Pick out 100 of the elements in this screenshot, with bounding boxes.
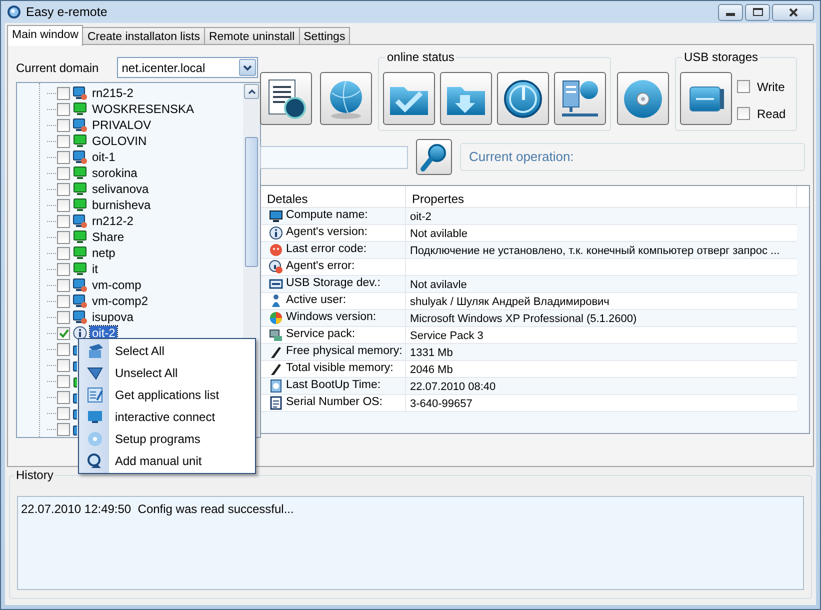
computer-icon	[73, 118, 87, 132]
scroll-up-button[interactable]	[244, 84, 259, 99]
checkbox[interactable]	[57, 278, 70, 292]
checkbox[interactable]	[57, 150, 70, 164]
maximize-button[interactable]	[745, 4, 770, 20]
property-label: Windows version:	[286, 310, 376, 326]
window-title: Easy e-remote	[26, 4, 108, 21]
tree-item[interactable]: WOSKRESENSKA	[90, 102, 196, 116]
computer-icon	[73, 310, 87, 324]
checkbox[interactable]	[57, 294, 70, 308]
tree-item[interactable]: netp	[90, 246, 118, 260]
checkbox[interactable]	[57, 182, 70, 196]
checkbox[interactable]	[57, 166, 70, 180]
usb-drive-icon	[269, 277, 283, 291]
usb-storage-button[interactable]	[680, 72, 732, 125]
group-title: History	[14, 469, 56, 482]
checkbox[interactable]	[57, 246, 70, 260]
checkbox[interactable]	[57, 86, 70, 100]
info-icon	[73, 326, 87, 340]
funnel-icon	[87, 365, 103, 381]
current-operation-label: Current operation:	[460, 143, 805, 171]
computer-icon	[73, 182, 87, 196]
monitor-icon	[87, 409, 103, 425]
scrollbar-thumb[interactable]	[245, 137, 258, 267]
group-title: USB storages	[682, 51, 760, 64]
folder-arrow-button[interactable]	[440, 72, 492, 125]
property-value: 1331 Mb	[410, 347, 453, 359]
folder-check-button[interactable]	[383, 72, 435, 125]
column-header[interactable]: Propertes	[406, 186, 797, 207]
checkbox[interactable]	[57, 310, 70, 324]
search-field[interactable]	[260, 146, 408, 168]
checkbox[interactable]	[57, 230, 70, 244]
checkbox[interactable]	[57, 326, 70, 340]
close-button[interactable]	[772, 4, 814, 20]
tab[interactable]: Settings	[298, 27, 350, 45]
menu-item[interactable]: interactive connect	[80, 406, 254, 428]
tree-item[interactable]: rn215-2	[90, 86, 136, 100]
tab[interactable]: Create installaton lists	[82, 27, 205, 45]
property-value: Service Pack 3	[410, 330, 484, 342]
search-button[interactable]	[416, 139, 452, 175]
tab[interactable]: Main window	[7, 25, 84, 46]
tree-item[interactable]: burnisheva	[90, 198, 153, 212]
error-icon	[269, 243, 283, 257]
property-value: 22.07.2010 08:40	[410, 381, 496, 393]
disc-button[interactable]	[617, 72, 669, 125]
toolbox-icon	[87, 343, 103, 359]
tree-item[interactable]: rn212-2	[90, 214, 136, 228]
tree-item[interactable]: oit-1	[90, 150, 118, 164]
property-label: Service pack:	[286, 327, 356, 342]
checkbox[interactable]	[57, 358, 70, 372]
network-server-button[interactable]	[554, 72, 606, 125]
globe-button[interactable]	[320, 72, 372, 125]
tab[interactable]: Remote uninstall	[204, 27, 300, 45]
checkbox[interactable]	[57, 390, 70, 404]
computer-icon	[73, 166, 87, 180]
checkbox[interactable]	[57, 406, 70, 420]
property-label: Serial Number OS:	[286, 395, 383, 410]
property-label: Total visible memory:	[286, 361, 394, 376]
checkbox[interactable]	[57, 102, 70, 116]
checkbox[interactable]	[57, 262, 70, 276]
tree-item[interactable]: selivanova	[90, 182, 151, 196]
column-header[interactable]: Detales	[261, 186, 406, 207]
minimize-button[interactable]	[718, 4, 743, 20]
domain-dropdown[interactable]: net.icenter.local	[116, 57, 258, 78]
checkbox[interactable]	[57, 134, 70, 148]
checkbox[interactable]	[57, 198, 70, 212]
menu-item[interactable]: Setup programs	[80, 428, 254, 450]
computer-icon	[73, 150, 87, 164]
computer-icon	[73, 278, 87, 292]
tree-item[interactable]: PRIVALOV	[90, 118, 154, 132]
checkbox[interactable]	[57, 342, 70, 356]
computer-icon	[73, 246, 87, 260]
property-value: oit-2	[410, 211, 432, 223]
app-icon	[7, 5, 21, 19]
tree-item[interactable]: vm-comp2	[90, 294, 150, 308]
clock-button[interactable]	[497, 72, 549, 125]
menu-item[interactable]: Get applications list	[80, 384, 254, 406]
property-label: Agent's error:	[286, 259, 355, 274]
tree-item[interactable]: isupova	[90, 310, 136, 324]
tree-item[interactable]: GOLOVIN	[90, 134, 149, 148]
tree-item[interactable]: vm-comp	[90, 278, 144, 292]
tree-item[interactable]: sorokina	[90, 166, 140, 180]
checkbox[interactable]	[737, 107, 750, 120]
checkbox[interactable]	[737, 80, 750, 93]
document-help-button[interactable]	[260, 72, 312, 125]
checkbox[interactable]	[57, 118, 70, 132]
tree-item[interactable]: it	[90, 262, 100, 276]
domain-label: Current domain	[16, 60, 99, 76]
computer-icon	[73, 214, 87, 228]
checkbox[interactable]	[57, 422, 70, 436]
menu-item[interactable]: Unselect All	[80, 362, 254, 384]
computer-icon	[73, 230, 87, 244]
menu-item[interactable]: Select All	[80, 340, 254, 362]
disc-icon	[87, 431, 103, 447]
property-value: 2046 Mb	[410, 364, 453, 376]
checkbox[interactable]	[57, 374, 70, 388]
property-value: shulyak / Шуляк Андрей Владимирович	[410, 296, 610, 308]
menu-item[interactable]: Add manual unit	[80, 450, 254, 472]
tree-item[interactable]: Share	[90, 230, 126, 244]
checkbox[interactable]	[57, 214, 70, 228]
